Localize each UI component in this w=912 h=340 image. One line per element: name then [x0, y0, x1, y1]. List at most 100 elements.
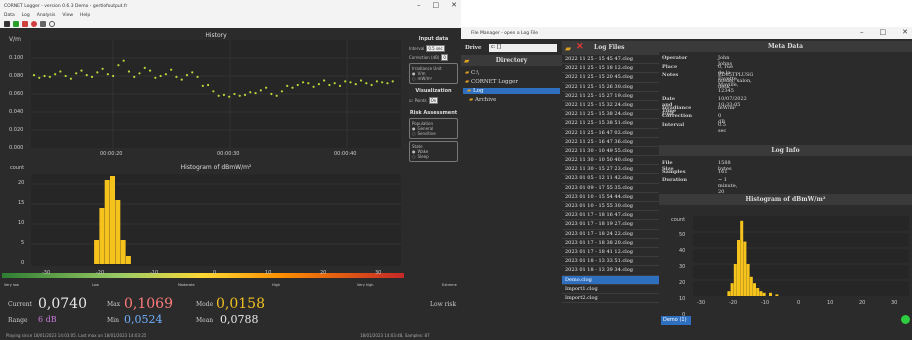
meta-key: Correction	[662, 113, 692, 119]
history-point	[254, 92, 257, 95]
minimize-button[interactable]: –	[417, 1, 421, 9]
menu-analysis[interactable]: Analysis	[37, 13, 56, 18]
history-xtick: 00:00:40	[334, 151, 357, 157]
fm-hist-bar	[775, 294, 779, 296]
log-file-item[interactable]: 2023 01 17 - 18 19 27.clog	[562, 220, 659, 230]
log-file-item[interactable]: 2022 11 25 - 15 26 30.clog	[562, 83, 659, 92]
log-file-item[interactable]: 2022 11 30 - 15 27 23.clog	[562, 165, 659, 175]
log-file-item[interactable]: Demo.clog	[562, 275, 659, 285]
log-file-item[interactable]: Import2.clog	[562, 294, 659, 304]
radio-sensitive[interactable]: ○	[412, 131, 416, 136]
tree-item-cornet[interactable]: ▰ CORNET Logger	[465, 79, 518, 85]
log-file-item[interactable]: 2023 01 17 - 18 24 22.clog	[562, 230, 659, 239]
meta-key: Samples	[662, 168, 686, 175]
log-file-item[interactable]: 2023 01 10 - 15 55 30.clog	[562, 202, 659, 212]
fm-hist-bar	[759, 291, 763, 296]
maximize-button[interactable]: □	[433, 1, 440, 9]
hist-xtick: 30	[375, 270, 382, 276]
history-point	[291, 86, 294, 89]
meta-key: Place	[662, 63, 678, 70]
tree-item-root[interactable]: ▰ C:\	[465, 70, 479, 76]
confirm-icon[interactable]	[901, 315, 910, 324]
log-file-item[interactable]: 2023 01 09 - 17 55 35.clog	[562, 184, 659, 193]
history-point	[333, 82, 336, 85]
points-select[interactable]: On	[428, 97, 439, 104]
min-value: 0,0524	[124, 313, 163, 326]
history-point	[265, 86, 268, 89]
log-file-item[interactable]: 2022 11 25 - 15 38 24.clog	[562, 110, 659, 120]
input-data-title: Input data	[418, 36, 449, 42]
maximize-button[interactable]: □	[880, 28, 887, 36]
menu-data[interactable]: Data	[4, 13, 15, 18]
history-point	[286, 84, 289, 87]
pause-icon[interactable]	[22, 20, 28, 27]
log-file-item[interactable]: 2023 01 17 - 18 41 12.clog	[562, 248, 659, 258]
log-file-item[interactable]: 2023 01 17 - 18 16 47.clog	[562, 211, 659, 221]
history-point	[296, 83, 299, 87]
log-file-item[interactable]: 2022 11 25 - 15 38 51.clog	[562, 119, 659, 129]
history-point	[323, 79, 326, 82]
log-file-item[interactable]: 2022 11 25 - 15 45 47.clog	[562, 55, 659, 65]
fm-hist-bar	[769, 292, 772, 296]
log-file-item[interactable]: 2022 11 30 - 10 50 40.clog	[562, 156, 659, 166]
refresh-icon[interactable]	[49, 20, 55, 27]
log-file-item[interactable]: 2022 11 25 - 15 18 12.clog	[562, 64, 659, 74]
tree-item-archive[interactable]: ▰ Archive	[469, 97, 496, 103]
history-point	[206, 83, 210, 87]
close-button[interactable]: ✕	[902, 28, 908, 36]
interval-select[interactable]: 0.5 sec	[426, 45, 445, 52]
risk-result: Low risk	[430, 301, 457, 308]
hist-ytick: 5	[21, 240, 25, 246]
points-checkbox[interactable]: ☑	[409, 98, 413, 103]
history-xtick: 00:00:20	[100, 151, 123, 157]
record-icon[interactable]	[31, 20, 37, 27]
menu-view[interactable]: View	[62, 13, 73, 18]
status-right: 18/01/2023 14:03:48, Samples: 87	[360, 333, 430, 338]
correction-input[interactable]: 0	[441, 54, 448, 61]
log-file-item[interactable]: 2023 01 05 - 12 11 42.clog	[562, 174, 659, 184]
history-xtick: 00:00:30	[217, 151, 240, 157]
drive-select[interactable]: c: []	[489, 44, 557, 52]
log-file-item[interactable]: 2022 11 25 - 15 32 24.clog	[562, 101, 659, 111]
history-point	[354, 83, 357, 86]
history-point	[85, 74, 88, 77]
history-point	[381, 81, 384, 84]
close-button[interactable]: ✕	[451, 1, 457, 9]
log-file-item[interactable]: 2023 01 18 - 13 39 34.clog	[562, 266, 659, 276]
minimize-button[interactable]: –	[860, 28, 864, 36]
radio-mwm2[interactable]: ○	[412, 76, 416, 81]
history-point	[222, 93, 226, 96]
history-point	[59, 70, 62, 73]
history-point	[375, 80, 378, 83]
tree-item-log[interactable]: ▰ Log	[463, 88, 560, 94]
folder-up-icon[interactable]: ▰	[565, 43, 571, 54]
log-file-item[interactable]: 2022 11 25 - 15 20 45.clog	[562, 73, 659, 83]
visualization-title: Visualization	[415, 88, 452, 94]
fm-hist-xtick: 0	[797, 300, 801, 306]
menu-help[interactable]: Help	[80, 13, 90, 18]
play-icon[interactable]	[13, 20, 19, 27]
scale-label: Low	[92, 283, 99, 287]
log-file-item[interactable]: 2023 01 10 - 15 54 44.clog	[562, 193, 659, 202]
demo-tab[interactable]: Demo (1)	[661, 316, 691, 325]
file-manager-window: File Manager - open a Log File – □ ✕ Dri…	[461, 27, 912, 340]
log-file-item[interactable]: 2023 01 17 - 18 38 20.clog	[562, 239, 659, 248]
log-file-item[interactable]: 2022 11 30 - 10 49 55.clog	[562, 147, 659, 157]
stop-icon[interactable]	[40, 20, 46, 27]
history-point	[127, 70, 131, 73]
history-point	[370, 83, 373, 87]
delete-icon[interactable]: ✕	[576, 42, 584, 53]
radio-sleep[interactable]: ○	[412, 154, 416, 159]
log-file-item[interactable]: 2022 11 25 - 15 27 19.clog	[562, 92, 659, 101]
log-file-item[interactable]: 2022 11 25 - 16 47 36.clog	[562, 138, 659, 147]
hist-bar	[99, 208, 105, 264]
open-icon[interactable]	[4, 20, 10, 27]
log-file-item[interactable]: 2022 11 25 - 16 47 02.clog	[562, 129, 659, 138]
log-file-item[interactable]: Import1.clog	[562, 285, 659, 294]
radio-sleep-label: Sleep	[417, 154, 429, 159]
min-label: Min	[107, 317, 119, 324]
hist-xtick: 20	[320, 270, 327, 276]
log-file-item[interactable]: 2023 01 18 - 13 33 51.clog	[562, 257, 659, 267]
menu-log[interactable]: Log	[22, 13, 30, 18]
log-files-title: Log Files	[594, 44, 625, 51]
